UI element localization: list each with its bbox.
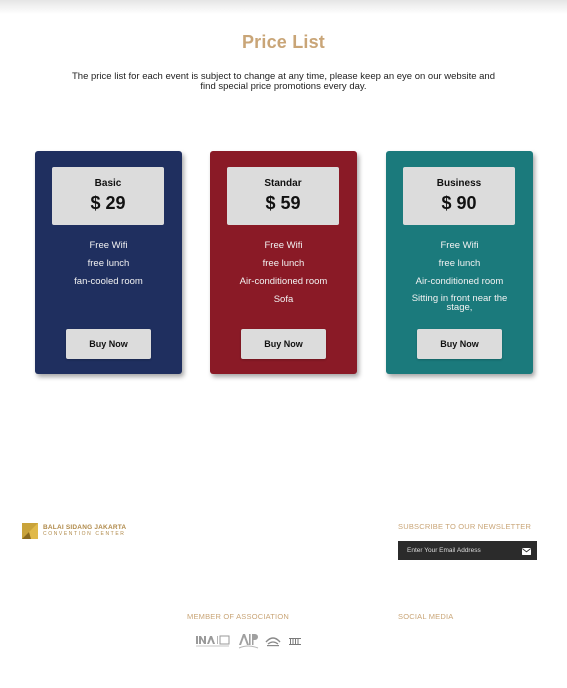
ina-icca-logo — [196, 635, 230, 647]
feature-item: free lunch — [438, 258, 481, 269]
logo-text: BALAI SIDANG JAKARTA CONVENTION CENTER — [43, 524, 126, 538]
social-media-heading: SOCIAL MEDIA — [398, 612, 454, 621]
pricing-card-standar: Standar $ 59 Free Wifi free lunch Air-co… — [210, 151, 357, 374]
feature-item: free lunch — [262, 258, 305, 269]
logo-line-1: BALAI SIDANG JAKARTA — [43, 523, 127, 531]
site-logo[interactable]: BALAI SIDANG JAKARTA CONVENTION CENTER — [22, 522, 126, 539]
feature-item: Free Wifi — [264, 240, 303, 251]
email-input[interactable] — [398, 541, 515, 560]
newsletter-heading: SUBSCRIBE TO OUR NEWSLETTER — [398, 522, 532, 531]
header-shadow — [0, 0, 567, 14]
association-emblem-logo — [265, 637, 281, 647]
mail-icon — [521, 543, 531, 558]
feature-item: free lunch — [87, 258, 130, 269]
feature-item: Free Wifi — [440, 240, 479, 251]
plan-price: $ 90 — [441, 193, 477, 213]
plan-name: Basic — [94, 178, 122, 189]
association-heading: MEMBER OF ASSOCIATION — [187, 612, 289, 621]
feature-item: Air-conditioned room — [415, 276, 504, 287]
price-box: Business $ 90 — [403, 167, 515, 225]
feature-item: Sitting in front near the stage, — [411, 293, 508, 313]
buy-now-button-basic[interactable]: Buy Now — [66, 329, 151, 359]
plan-price: $ 29 — [90, 193, 126, 213]
feature-item: Free Wifi — [89, 240, 128, 251]
buy-now-button-standar[interactable]: Buy Now — [241, 329, 326, 359]
feature-item: Sofa — [273, 294, 294, 305]
pricing-card-business: Business $ 90 Free Wifi free lunch Air-c… — [386, 151, 533, 374]
page-description: The price list for each event is subject… — [71, 71, 495, 92]
price-box: Basic $ 29 — [52, 167, 164, 225]
subscribe-button[interactable] — [515, 541, 537, 560]
page-title: Price List — [241, 32, 326, 52]
plan-name: Business — [436, 178, 482, 189]
buy-now-button-business[interactable]: Buy Now — [417, 329, 502, 359]
plan-price: $ 59 — [265, 193, 301, 213]
pricing-card-basic: Basic $ 29 Free Wifi free lunch fan-cool… — [35, 151, 182, 374]
feature-list: Free Wifi free lunch fan-cooled room — [35, 240, 182, 294]
feature-item: Air-conditioned room — [239, 276, 328, 287]
price-box: Standar $ 59 — [227, 167, 339, 225]
logo-mark-icon — [22, 522, 38, 539]
feature-list: Free Wifi free lunch Air-conditioned roo… — [210, 240, 357, 312]
aipc-logo — [238, 634, 259, 649]
newsletter-form — [398, 541, 537, 560]
association-building-logo — [289, 638, 301, 645]
feature-list: Free Wifi free lunch Air-conditioned roo… — [386, 240, 533, 319]
feature-item: fan-cooled room — [74, 276, 143, 287]
logo-line-2: CONVENTION CENTER — [43, 530, 126, 537]
plan-name: Standar — [264, 178, 302, 189]
association-logos — [195, 630, 303, 652]
